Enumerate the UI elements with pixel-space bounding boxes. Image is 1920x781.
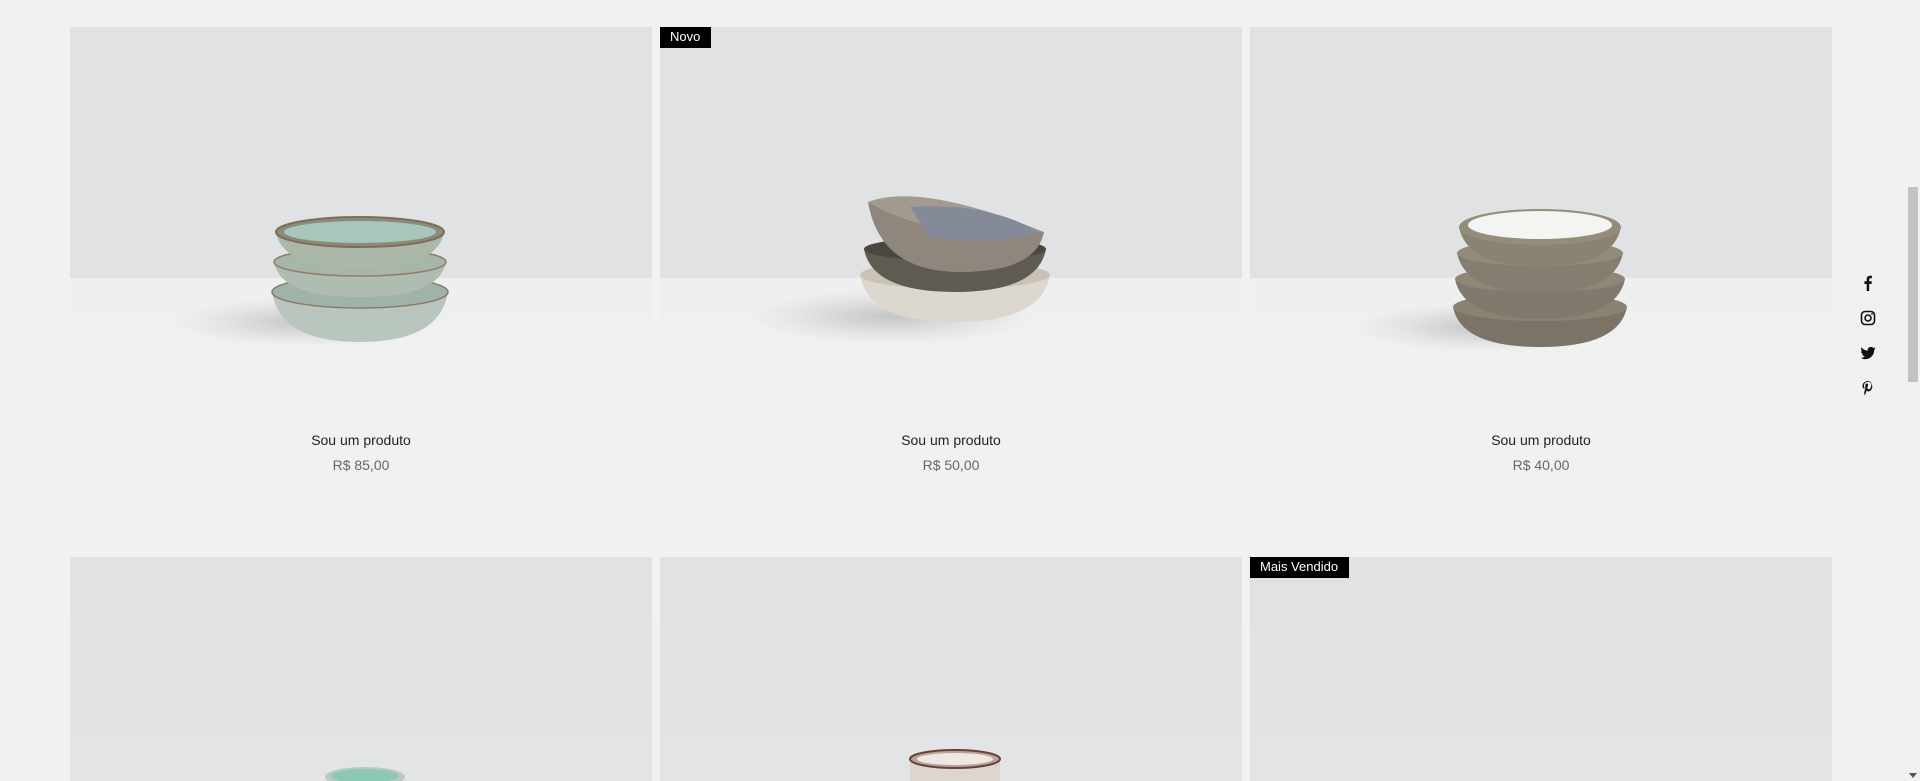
product-image[interactable]: Mais Vendido [1250,557,1832,781]
scrollbar[interactable] [1906,0,1920,781]
product-card[interactable]: Mais Vendido [1250,557,1832,781]
product-image[interactable] [660,557,1242,781]
product-card[interactable]: Sou um produto R$ 40,00 [1250,27,1832,557]
product-title[interactable]: Sou um produto [660,432,1242,448]
bowl-teal-image [325,767,405,781]
stacked-bowls-taupe-image [1453,209,1627,347]
product-image[interactable] [70,27,652,413]
product-card[interactable] [660,557,1242,781]
product-grid: Sou um produto R$ 85,00 Novo Sou um prod… [70,27,1833,781]
twitter-icon[interactable] [1858,342,1878,364]
product-title[interactable]: Sou um produto [70,432,652,448]
product-image[interactable] [1250,27,1832,413]
social-bar [1858,272,1878,399]
scrollbar-thumb[interactable] [1908,187,1918,382]
pinterest-icon[interactable] [1858,377,1878,399]
stacked-bowls-green-image [271,216,449,342]
badge-best-seller: Mais Vendido [1250,557,1350,578]
cup-white-image [909,749,1001,781]
product-card[interactable]: Sou um produto R$ 85,00 [70,27,652,557]
scroll-down-arrow-icon[interactable] [1909,773,1917,778]
product-image[interactable] [70,557,652,781]
product-card[interactable]: Novo Sou um produto R$ 50,00 [660,27,1242,557]
product-price: R$ 50,00 [922,457,980,473]
badge-new: Novo [660,27,712,48]
stacked-bowls-grey-image [860,196,1050,322]
facebook-icon[interactable] [1858,272,1878,294]
product-price: R$ 85,00 [332,457,390,473]
product-card[interactable] [70,557,652,781]
product-image[interactable]: Novo [660,27,1242,413]
product-title[interactable]: Sou um produto [1250,432,1832,448]
product-price: R$ 40,00 [1512,457,1570,473]
instagram-icon[interactable] [1858,307,1878,329]
